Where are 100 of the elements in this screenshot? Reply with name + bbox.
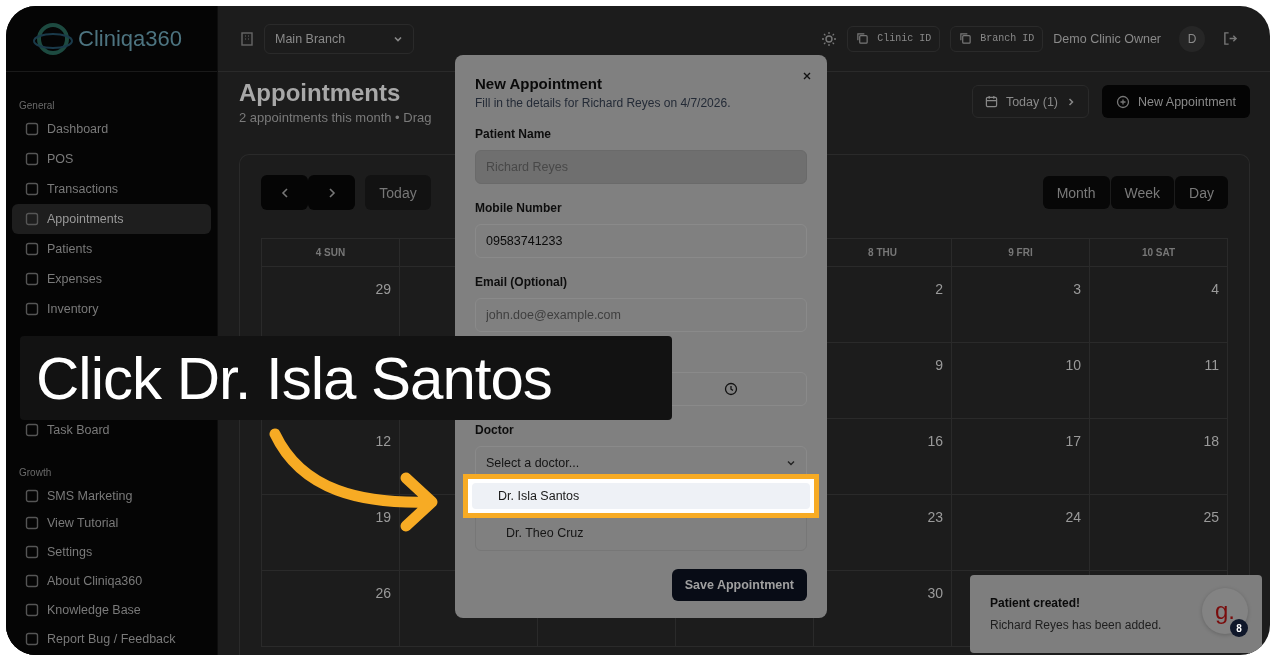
input-field[interactable]: 09583741233 <box>475 224 807 258</box>
calendar-day-cell[interactable]: 26 <box>262 571 400 647</box>
calendar-day-cell[interactable]: 19 <box>262 495 400 571</box>
day-number: 9 <box>935 357 943 373</box>
dialog-subtitle: Fill in the details for Richard Reyes on 4/7/2026. <box>475 96 732 110</box>
doctor-option[interactable]: Dr. Isla Santos <box>472 483 810 509</box>
day-number: 26 <box>375 585 391 601</box>
day-number: 18 <box>1203 433 1219 449</box>
field-label: Patient Name <box>475 127 553 141</box>
chevron-down-icon <box>786 458 796 468</box>
calendar-day-cell[interactable]: 4 <box>1090 267 1228 343</box>
square-icon <box>25 182 39 196</box>
sidebar-item[interactable]: Settings <box>12 537 211 566</box>
caption-tooltip: Click Dr. Isla Santos <box>20 336 672 420</box>
day-number: 3 <box>1073 281 1081 297</box>
logo-text: Cliniqa360 <box>78 25 182 52</box>
square-icon <box>25 212 39 226</box>
square-icon <box>25 573 39 588</box>
sidebar-item[interactable]: About Cliniqa360 <box>12 566 211 595</box>
day-number: 24 <box>1065 509 1081 525</box>
day-number: 23 <box>927 509 943 525</box>
square-icon <box>25 242 39 256</box>
day-number: 16 <box>927 433 943 449</box>
close-icon[interactable] <box>802 71 812 81</box>
page-subtitle: 2 appointments this month • Drag <box>239 110 432 125</box>
user-name: Demo Clinic Owner <box>1053 31 1161 46</box>
day-number: 19 <box>375 509 391 525</box>
view-button[interactable]: Week <box>1110 176 1175 209</box>
square-icon <box>25 152 39 166</box>
sidebar-item[interactable]: Transactions <box>12 174 211 204</box>
section-heading: General <box>18 99 56 113</box>
branch-select[interactable]: Main Branch <box>264 23 414 54</box>
calendar-day-cell[interactable]: 24 <box>952 495 1090 571</box>
dialog-title: New Appointment <box>475 75 603 92</box>
new-appointment-button[interactable]: New Appointment <box>1102 85 1250 118</box>
sidebar-item[interactable]: POS <box>12 144 211 174</box>
branch-id-button[interactable]: Branch ID <box>950 25 1044 52</box>
day-number: 10 <box>1065 357 1081 373</box>
plus-circle-icon <box>1116 94 1130 109</box>
square-icon <box>25 423 39 437</box>
square-icon <box>25 122 39 136</box>
calendar-icon <box>984 95 998 108</box>
square-icon <box>25 302 39 316</box>
day-number: 17 <box>1065 433 1081 449</box>
sidebar-item[interactable]: SMS Marketing <box>12 481 211 506</box>
day-number: 25 <box>1203 509 1219 525</box>
input-field[interactable]: john.doe@example.com <box>475 298 807 332</box>
chevron-right-icon <box>1066 96 1076 107</box>
sidebar-item[interactable]: Patients <box>12 234 211 264</box>
weekday-header: 10 SAT <box>1141 247 1176 258</box>
clock-icon <box>724 382 738 396</box>
user-avatar[interactable]: D <box>1179 25 1205 52</box>
square-icon <box>25 631 39 646</box>
square-icon <box>25 602 39 617</box>
sun-icon[interactable] <box>821 30 838 47</box>
doctor-option[interactable]: Dr. Theo Cruz <box>480 520 802 546</box>
clinic-id-button[interactable]: Clinic ID <box>847 25 941 52</box>
today-button[interactable]: Today (1) <box>971 85 1089 118</box>
day-number: 12 <box>375 433 391 449</box>
today-button[interactable]: Today <box>365 175 431 210</box>
day-number: 2 <box>935 281 943 297</box>
field-label: Doctor <box>475 423 515 437</box>
square-icon <box>25 544 39 559</box>
day-number: 30 <box>927 585 943 601</box>
square-icon <box>25 515 39 530</box>
view-button[interactable]: Day <box>1175 176 1228 209</box>
logout-icon[interactable] <box>1223 31 1238 46</box>
section-heading: Growth <box>18 466 53 480</box>
calendar-day-cell[interactable]: 11 <box>1090 343 1228 419</box>
day-number: 4 <box>1211 281 1219 297</box>
view-button[interactable]: Month <box>1042 176 1110 209</box>
calendar-day-cell[interactable]: 10 <box>952 343 1090 419</box>
sidebar-item[interactable]: Inventory <box>12 294 211 324</box>
sidebar-item[interactable]: Report Bug / Feedback <box>12 624 211 653</box>
save-appointment-button[interactable]: Save Appointment <box>671 569 807 601</box>
page-title: Appointments <box>239 78 402 108</box>
sidebar-item[interactable]: Knowledge Base <box>12 595 211 624</box>
square-icon <box>25 272 39 286</box>
toast-title: Patient created! <box>990 596 1082 610</box>
weekday-header: 9 FRI <box>1008 247 1033 258</box>
building-icon <box>240 31 254 46</box>
sidebar-item[interactable]: Expenses <box>12 264 211 294</box>
calendar-day-cell[interactable]: 3 <box>952 267 1090 343</box>
copy-icon <box>856 32 870 45</box>
field-label: Email (Optional) <box>475 275 568 289</box>
field-label: Mobile Number <box>475 201 563 215</box>
sidebar-item[interactable]: Appointments <box>12 204 211 234</box>
count-badge: 8 <box>1230 619 1248 637</box>
calendar-day-cell[interactable]: 17 <box>952 419 1090 495</box>
day-number: 11 <box>1204 357 1219 373</box>
calendar-day-cell[interactable]: 18 <box>1090 419 1228 495</box>
sidebar-item[interactable]: Dashboard <box>12 114 211 144</box>
sidebar-item[interactable]: View Tutorial <box>12 508 211 537</box>
weekday-header: 4 SUN <box>315 247 346 258</box>
day-number: 29 <box>375 281 391 297</box>
copy-icon <box>959 32 973 45</box>
square-icon <box>25 489 39 503</box>
calendar-day-cell[interactable]: 25 <box>1090 495 1228 571</box>
toast-message: Richard Reyes has been added. <box>990 618 1163 632</box>
weekday-header: 8 THU <box>868 247 897 258</box>
